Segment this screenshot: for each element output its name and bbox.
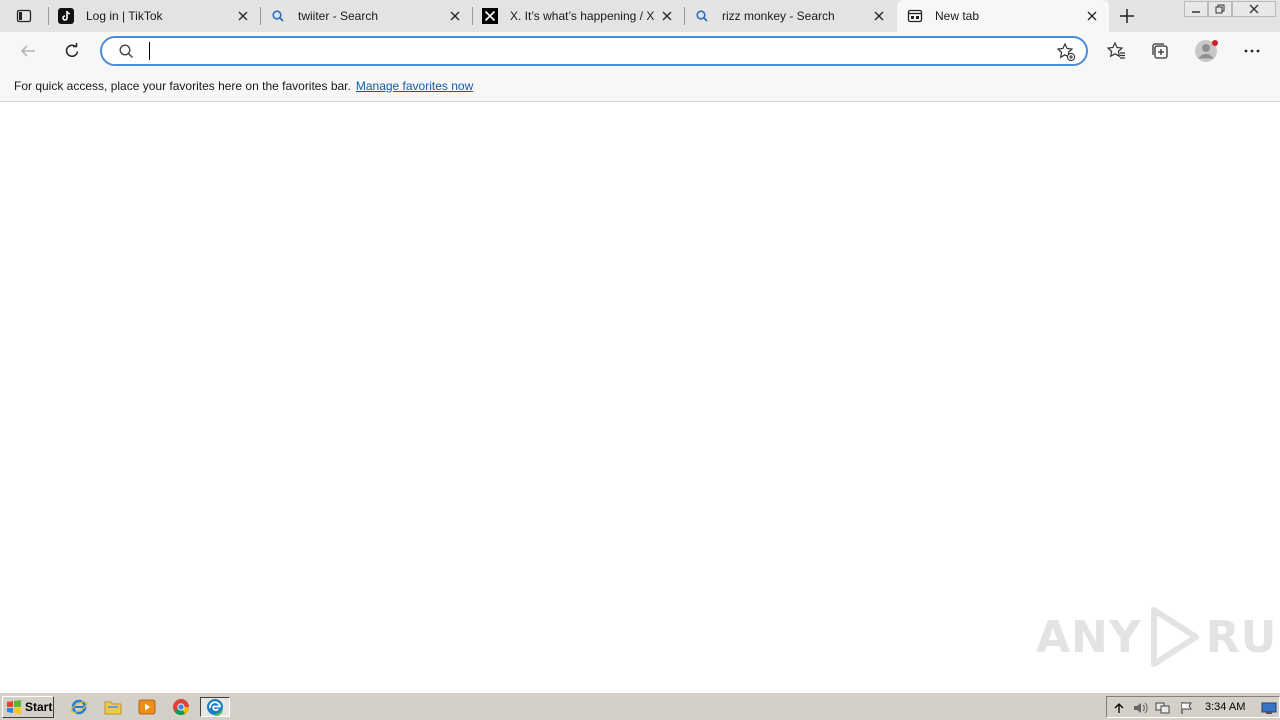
add-favorite-icon[interactable] [1056,42,1076,66]
anyrun-watermark: ANY RUN [1036,606,1280,668]
tab-rizz-monkey-search[interactable]: rizz monkey - Search [684,0,896,32]
taskbar-media-player[interactable] [136,697,158,717]
tab-title: twiiter - Search [298,9,379,23]
media-player-icon [138,699,156,715]
watermark-left: ANY [1036,611,1142,663]
restore-icon [1215,4,1225,14]
plus-icon [1120,9,1134,23]
internet-explorer-icon [70,699,88,715]
back-arrow-icon [20,45,35,57]
settings-more-button[interactable] [1238,37,1266,65]
clock[interactable]: 3:34 AM [1205,701,1245,713]
tab-twiiter-search[interactable]: twiiter - Search [260,0,472,32]
back-button[interactable] [14,37,42,65]
favorites-bar: For quick access, place your favorites h… [0,70,1280,102]
tab-strip: Log in | TikTok twiiter - Search X. It’s… [0,0,1280,32]
tab-new-tab[interactable]: New tab [897,0,1109,32]
collections-button[interactable] [1146,37,1174,65]
show-desktop-icon[interactable] [1261,700,1277,716]
tab-actions-icon [16,9,32,23]
browser-window: Log in | TikTok twiiter - Search X. It’s… [0,0,1280,692]
tab-title: X. It’s what’s happening / X [510,9,655,23]
minimize-button[interactable] [1184,1,1208,17]
more-options-icon [1244,49,1260,53]
tab-title: rizz monkey - Search [722,9,835,23]
taskbar: Start 3:34 AM [0,692,1280,720]
close-icon[interactable] [872,9,886,23]
chrome-icon [173,699,189,715]
toolbar [0,32,1280,70]
window-close-button[interactable] [1232,1,1276,17]
tiktok-icon [58,8,74,24]
tab-actions-button[interactable] [10,5,38,27]
folder-icon [104,701,122,715]
tab-title: New tab [935,9,980,23]
favorites-icon [1106,41,1125,59]
network-icon[interactable] [1155,700,1171,716]
x-logo-icon [482,8,498,24]
start-label: Start [25,700,53,714]
start-button[interactable]: Start [2,696,54,718]
play-logo-icon [1150,607,1199,667]
collections-icon [1152,43,1168,59]
minimize-icon [1192,11,1200,13]
favorites-bar-message: For quick access, place your favorites h… [14,78,351,93]
text-caret [149,42,150,60]
taskbar-edge[interactable] [200,697,230,717]
page-content [0,103,1280,692]
volume-icon[interactable] [1133,700,1149,716]
profile-button[interactable] [1192,37,1220,65]
tab-title: Log in | TikTok [86,9,163,23]
taskbar-chrome[interactable] [170,697,192,717]
address-input[interactable] [148,41,1028,61]
close-icon[interactable] [448,9,462,23]
watermark-right: RUN [1205,611,1280,663]
action-center-flag-icon[interactable] [1179,700,1195,716]
favorites-button[interactable] [1102,37,1130,65]
newtab-icon [907,8,923,24]
tab-x[interactable]: X. It’s what’s happening / X [472,0,684,32]
close-icon[interactable] [660,9,674,23]
system-tray: 3:34 AM [1106,696,1280,718]
search-icon [118,43,134,63]
show-hidden-icons-icon[interactable] [1111,700,1127,716]
windows-flag-icon [7,700,21,714]
close-icon [1249,4,1259,14]
address-bar[interactable] [100,36,1088,66]
tab-tiktok[interactable]: Log in | TikTok [48,0,260,32]
avatar-icon [1195,40,1218,62]
new-tab-button[interactable] [1114,4,1140,28]
taskbar-file-explorer[interactable] [102,697,124,717]
restore-button[interactable] [1208,1,1232,17]
search-icon [694,8,710,24]
refresh-button[interactable] [58,37,86,65]
search-icon [270,8,286,24]
close-icon[interactable] [1085,9,1099,23]
manage-favorites-link[interactable]: Manage favorites now [356,79,473,93]
refresh-icon [65,43,79,58]
edge-icon [207,699,223,716]
close-icon[interactable] [236,9,250,23]
taskbar-internet-explorer[interactable] [68,697,90,717]
